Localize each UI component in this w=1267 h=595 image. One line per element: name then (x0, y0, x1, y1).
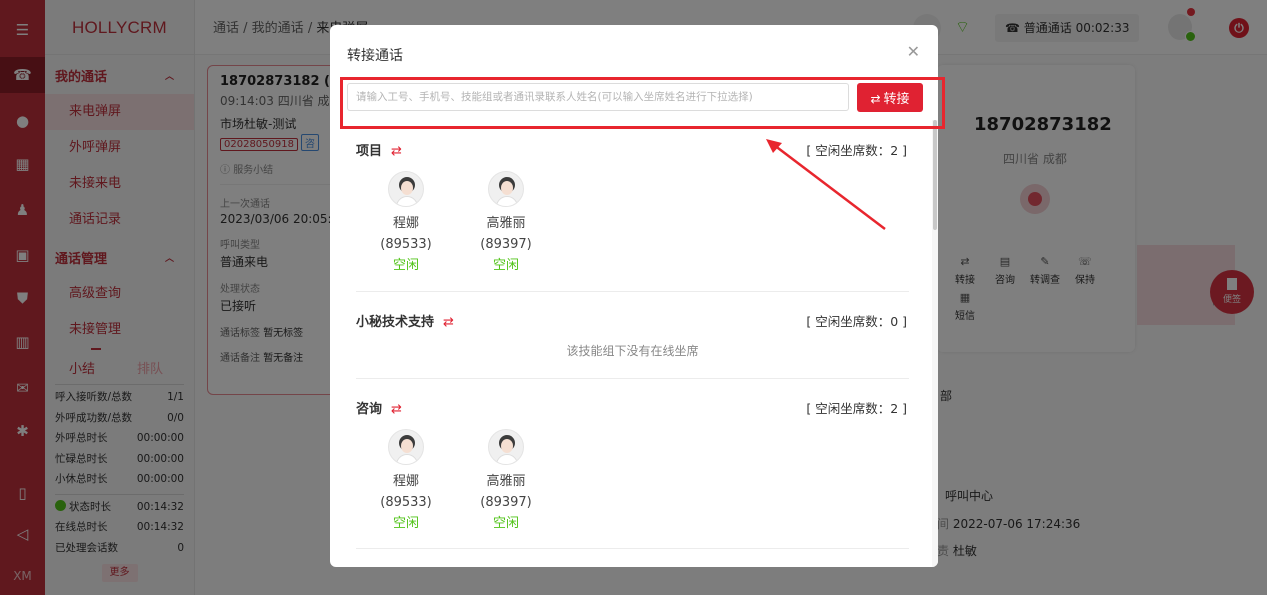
agent-name: 高雅丽 (486, 216, 526, 231)
idle-count: [ 空闲坐席数：2 ] (806, 400, 907, 416)
agent-status: 空闲 (392, 258, 419, 273)
avatar (388, 171, 424, 207)
scrollbar[interactable] (932, 120, 938, 567)
avatar (388, 429, 424, 465)
agent-card[interactable]: 高雅丽 (89397) 空闲 (456, 421, 556, 534)
agent-id: (89533) (380, 237, 432, 252)
agent-card[interactable]: 高雅丽 (89397) 空闲 (456, 163, 556, 276)
group-name: 项目 ⇄ (356, 143, 402, 159)
transfer-icon[interactable]: ⇄ (443, 315, 454, 330)
avatar (488, 429, 524, 465)
group-name: 小秘技术支持 ⇄ (356, 314, 454, 330)
agent-status: 空闲 (492, 258, 519, 273)
empty-message: 该技能组下没有在线坐席 (566, 344, 699, 358)
transfer-icon[interactable]: ⇄ (391, 144, 402, 159)
agent-status: 空闲 (392, 516, 419, 531)
agent-name: 程娜 (392, 216, 419, 231)
avatar (488, 171, 524, 207)
agent-id: (89397) (480, 495, 532, 510)
group-name: 咨询 ⇄ (356, 401, 402, 417)
agent-name: 高雅丽 (486, 474, 526, 489)
skill-group: 咨询 ⇄ [ 空闲坐席数：2 ] 程娜 (89533) 空闲 高雅丽 (89397… (356, 379, 909, 549)
scrollbar-thumb[interactable] (933, 120, 937, 230)
skill-group: 小秘技术支持 ⇄ [ 空闲坐席数：0 ] 该技能组下没有在线坐席 (356, 292, 909, 379)
highlight-box (340, 77, 945, 129)
agent-status: 空闲 (492, 516, 519, 531)
agent-card[interactable]: 程娜 (89533) 空闲 (356, 163, 456, 276)
close-icon[interactable]: ✕ (907, 42, 920, 61)
dialog-title: 转接通话 (347, 48, 403, 64)
idle-count: [ 空闲坐席数：0 ] (806, 313, 907, 329)
annotation-arrow (766, 139, 886, 230)
agent-card[interactable]: 程娜 (89533) 空闲 (356, 421, 456, 534)
agent-id: (89533) (380, 495, 432, 510)
agent-name: 程娜 (392, 474, 419, 489)
transfer-icon[interactable]: ⇄ (391, 402, 402, 417)
agent-id: (89397) (480, 237, 532, 252)
